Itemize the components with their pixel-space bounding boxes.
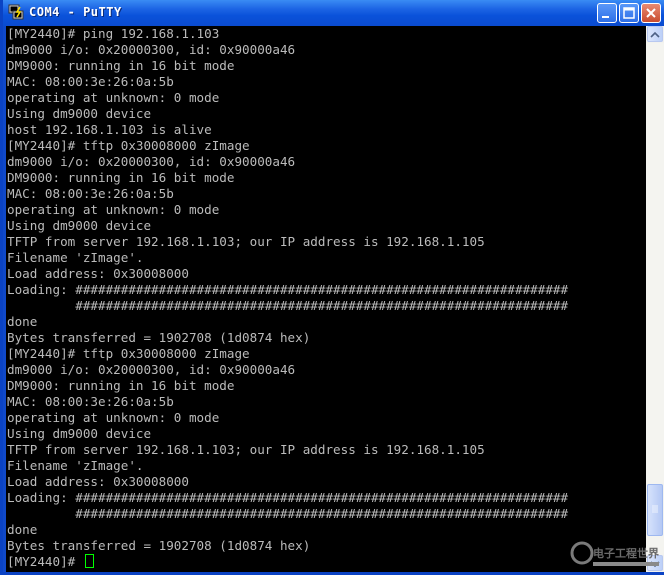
terminal-line: operating at unknown: 0 mode	[7, 202, 220, 217]
terminal-line: Using dm9000 device	[7, 106, 152, 121]
window-title: COM4 - PuTTY	[29, 5, 122, 19]
terminal-line: Loading: ###############################…	[7, 282, 569, 297]
terminal-line: dm9000 i/o: 0x20000300, id: 0x90000a46	[7, 42, 296, 57]
watermark-text: 电子工程世界	[593, 546, 659, 560]
terminal-line: Filename 'zImage'.	[7, 458, 144, 473]
terminal-line: TFTP from server 192.168.1.103; our IP a…	[7, 234, 485, 249]
putty-window: COM4 - PuTTY [MY2440]# ping 192.168.1.10…	[0, 0, 664, 575]
minimize-icon	[602, 16, 609, 18]
terminal-line: [MY2440]# ping 192.168.1.103	[7, 26, 220, 41]
terminal-line: ########################################…	[7, 506, 569, 521]
terminal-line: DM9000: running in 16 bit mode	[7, 170, 235, 185]
terminal-line: [MY2440]# tftp 0x30008000 zImage	[7, 346, 250, 361]
scrollbar-thumb[interactable]	[647, 484, 663, 536]
terminal-line: Load address: 0x30008000	[7, 266, 189, 281]
terminal-output[interactable]: [MY2440]# ping 192.168.1.103 dm9000 i/o: …	[6, 26, 646, 572]
terminal-line: Bytes transferred = 1902708 (1d0874 hex)	[7, 330, 311, 345]
terminal-line: DM9000: running in 16 bit mode	[7, 58, 235, 73]
terminal-line: ########################################…	[7, 298, 569, 313]
scroll-up-button[interactable]	[647, 26, 663, 42]
close-icon	[646, 8, 656, 18]
terminal-line: MAC: 08:00:3e:26:0a:5b	[7, 186, 174, 201]
maximize-button[interactable]	[619, 3, 639, 23]
terminal-prompt: [MY2440]#	[7, 554, 83, 569]
terminal-line: Loading: ###############################…	[7, 490, 569, 505]
terminal-line: [MY2440]# tftp 0x30008000 zImage	[7, 138, 250, 153]
terminal-line: Using dm9000 device	[7, 426, 152, 441]
terminal-line: host 192.168.1.103 is alive	[7, 122, 212, 137]
terminal-line: operating at unknown: 0 mode	[7, 410, 220, 425]
putty-icon[interactable]	[8, 4, 24, 20]
terminal-lines: [MY2440]# ping 192.168.1.103 dm9000 i/o: …	[6, 26, 646, 554]
terminal-line: operating at unknown: 0 mode	[7, 90, 220, 105]
watermark-logo: 电子工程世界	[569, 539, 663, 571]
terminal-prompt-line[interactable]: [MY2440]#	[6, 554, 646, 570]
scrollbar-track[interactable]	[646, 43, 664, 555]
title-bar[interactable]: COM4 - PuTTY	[3, 0, 664, 26]
terminal-line: DM9000: running in 16 bit mode	[7, 378, 235, 393]
terminal-line: done	[7, 522, 38, 537]
text-cursor	[84, 554, 94, 568]
terminal-line: Filename 'zImage'.	[7, 250, 144, 265]
terminal-line: Load address: 0x30008000	[7, 474, 189, 489]
terminal-line: MAC: 08:00:3e:26:0a:5b	[7, 394, 174, 409]
terminal-line: dm9000 i/o: 0x20000300, id: 0x90000a46	[7, 154, 296, 169]
scroll-up-arrow-icon	[650, 31, 660, 38]
terminal-line: MAC: 08:00:3e:26:0a:5b	[7, 74, 174, 89]
maximize-icon	[623, 7, 635, 19]
vertical-scrollbar[interactable]	[646, 26, 664, 572]
minimize-button[interactable]	[597, 3, 617, 23]
terminal-line: TFTP from server 192.168.1.103; our IP a…	[7, 442, 485, 457]
terminal-line: done	[7, 314, 38, 329]
terminal-line: Using dm9000 device	[7, 218, 152, 233]
grip-icon	[652, 505, 658, 513]
close-button[interactable]	[641, 3, 661, 23]
terminal-line: dm9000 i/o: 0x20000300, id: 0x90000a46	[7, 362, 296, 377]
terminal-line: Bytes transferred = 1902708 (1d0874 hex)	[7, 538, 311, 553]
